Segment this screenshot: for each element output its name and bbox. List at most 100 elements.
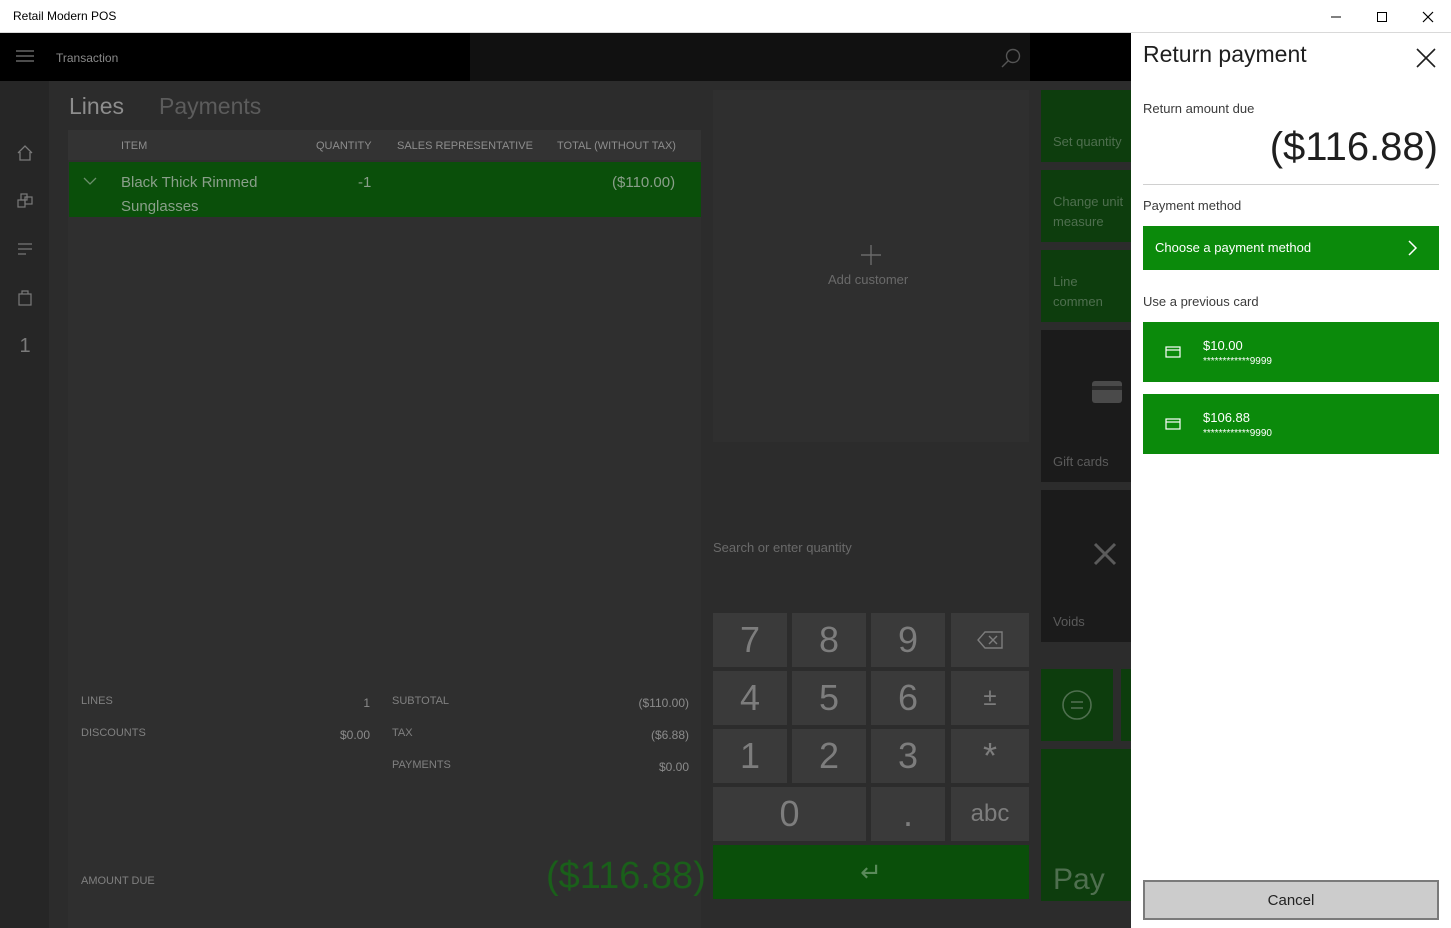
line-item-name-2: Sunglasses bbox=[121, 198, 199, 215]
set-quantity-tile[interactable]: Set quantity bbox=[1041, 90, 1131, 162]
divider bbox=[1143, 184, 1439, 185]
gift-cards-tile[interactable]: Gift cards bbox=[1041, 330, 1131, 482]
previous-card-label: Use a previous card bbox=[1143, 294, 1259, 309]
lines-value: 1 bbox=[363, 696, 370, 710]
minimize-icon bbox=[1331, 16, 1341, 17]
tab-lines[interactable]: Lines bbox=[69, 93, 124, 120]
key-8[interactable]: 8 bbox=[792, 613, 866, 667]
orders-list-icon[interactable] bbox=[12, 236, 38, 262]
payment-method-label: Payment method bbox=[1143, 198, 1242, 213]
nav-rail bbox=[0, 33, 49, 928]
totals-panel: LINES 1 DISCOUNTS $0.00 SUBTOTAL ($110.0… bbox=[68, 668, 706, 928]
credit-card-icon bbox=[1165, 418, 1181, 430]
discounts-label: DISCOUNTS bbox=[81, 727, 146, 739]
voids-label: Voids bbox=[1053, 614, 1085, 629]
col-total: TOTAL (WITHOUT TAX) bbox=[557, 140, 676, 152]
choose-payment-method-label: Choose a payment method bbox=[1155, 240, 1312, 255]
payments-label: PAYMENTS bbox=[392, 759, 451, 771]
tax-label: TAX bbox=[392, 727, 413, 739]
key-0[interactable]: 0 bbox=[713, 787, 866, 841]
card-amount: $106.88 bbox=[1203, 410, 1250, 425]
key-1[interactable]: 1 bbox=[713, 729, 787, 783]
key-4[interactable]: 4 bbox=[713, 671, 787, 725]
backspace-icon bbox=[977, 631, 1003, 649]
quantity-search-input[interactable]: Search or enter quantity bbox=[713, 540, 852, 555]
key-star[interactable]: * bbox=[951, 729, 1029, 783]
tax-value: ($6.88) bbox=[650, 728, 689, 742]
table-row[interactable]: Black Thick Rimmed Sunglasses -1 ($110.0… bbox=[69, 162, 701, 217]
equals-circle-icon bbox=[1062, 690, 1092, 720]
chevron-down-icon[interactable] bbox=[83, 176, 97, 186]
home-icon[interactable] bbox=[12, 140, 38, 166]
choose-payment-method-button[interactable]: Choose a payment method bbox=[1143, 226, 1439, 270]
tab-payments[interactable]: Payments bbox=[159, 93, 261, 120]
return-amount-label: Return amount due bbox=[1143, 101, 1255, 116]
key-abc[interactable]: abc bbox=[951, 787, 1029, 841]
key-6[interactable]: 6 bbox=[871, 671, 945, 725]
add-customer-label: Add customer bbox=[828, 272, 909, 287]
subtotal-label: SUBTOTAL bbox=[392, 695, 450, 707]
pay-label: Pay bbox=[1053, 863, 1105, 896]
backspace-key[interactable] bbox=[951, 613, 1029, 667]
cancel-button[interactable]: Cancel bbox=[1143, 880, 1439, 920]
pane-title: Return payment bbox=[1143, 41, 1307, 67]
extra-tile[interactable] bbox=[1121, 669, 1131, 741]
card-number: ************9999 bbox=[1203, 356, 1272, 367]
payments-value: $0.00 bbox=[658, 760, 689, 774]
key-plus-minus[interactable]: ± bbox=[951, 671, 1029, 725]
amount-due-value: ($116.88) bbox=[546, 855, 706, 897]
top-bar: Transaction bbox=[0, 33, 1131, 81]
voids-tile[interactable]: Voids bbox=[1041, 490, 1131, 642]
line-total: ($110.00) bbox=[612, 174, 676, 191]
change-unit-label-1: Change unit bbox=[1053, 194, 1124, 209]
change-unit-tile[interactable]: Change unit measure bbox=[1041, 170, 1131, 242]
chevron-right-icon bbox=[1408, 240, 1418, 256]
hamburger-icon[interactable] bbox=[15, 49, 35, 68]
amount-due-label: AMOUNT DUE bbox=[81, 875, 155, 887]
previous-card-button-1[interactable]: $10.00 ************9999 bbox=[1143, 322, 1439, 382]
products-icon[interactable] bbox=[12, 188, 38, 214]
maximize-icon bbox=[1377, 11, 1387, 22]
window-title: Retail Modern POS bbox=[13, 9, 117, 23]
search-icon bbox=[1001, 48, 1021, 68]
enter-key[interactable]: ↵ bbox=[713, 845, 1029, 899]
change-unit-label-2: measure bbox=[1053, 214, 1104, 229]
lines-label: LINES bbox=[81, 695, 113, 707]
return-amount-value: ($116.88) bbox=[1269, 125, 1438, 169]
minimize-button[interactable] bbox=[1313, 0, 1359, 33]
customer-panel[interactable]: Add customer bbox=[713, 90, 1029, 442]
line-comment-tile[interactable]: Line commen bbox=[1041, 250, 1131, 322]
credit-card-icon bbox=[1165, 346, 1181, 358]
totals-tile[interactable] bbox=[1041, 669, 1113, 741]
plus-icon bbox=[861, 245, 881, 265]
key-2[interactable]: 2 bbox=[792, 729, 866, 783]
shopping-bag-icon[interactable] bbox=[12, 284, 38, 310]
maximize-button[interactable] bbox=[1359, 0, 1405, 33]
card-amount: $10.00 bbox=[1203, 338, 1243, 353]
return-payment-pane: Return payment Return amount due ($116.8… bbox=[1131, 33, 1451, 928]
discounts-value: $0.00 bbox=[339, 728, 370, 742]
pane-close-button[interactable] bbox=[1411, 43, 1441, 73]
card-number: ************9990 bbox=[1203, 428, 1272, 439]
previous-card-button-2[interactable]: $106.88 ************9990 bbox=[1143, 394, 1439, 454]
key-dot[interactable]: . bbox=[871, 787, 945, 841]
key-3[interactable]: 3 bbox=[871, 729, 945, 783]
line-comment-label: Line commen bbox=[1053, 274, 1103, 309]
key-5[interactable]: 5 bbox=[792, 671, 866, 725]
subtotal-value: ($110.00) bbox=[638, 696, 689, 710]
gift-cards-label: Gift cards bbox=[1053, 454, 1109, 469]
col-sales-rep: SALES REPRESENTATIVE bbox=[397, 140, 533, 152]
col-quantity: QUANTITY bbox=[316, 140, 372, 152]
key-9[interactable]: 9 bbox=[871, 613, 945, 667]
pay-tile[interactable]: Pay bbox=[1041, 749, 1131, 901]
line-item-name-1: Black Thick Rimmed bbox=[121, 174, 258, 191]
breadcrumb: Transaction bbox=[56, 51, 119, 65]
void-x-icon bbox=[1093, 542, 1117, 566]
window-close-button[interactable] bbox=[1405, 0, 1451, 33]
key-7[interactable]: 7 bbox=[713, 613, 787, 667]
close-icon bbox=[1422, 11, 1434, 22]
gift-card-icon bbox=[1092, 381, 1122, 403]
nav-count[interactable]: 1 bbox=[12, 333, 38, 359]
line-quantity: -1 bbox=[358, 174, 372, 191]
search-box[interactable] bbox=[470, 33, 1030, 81]
